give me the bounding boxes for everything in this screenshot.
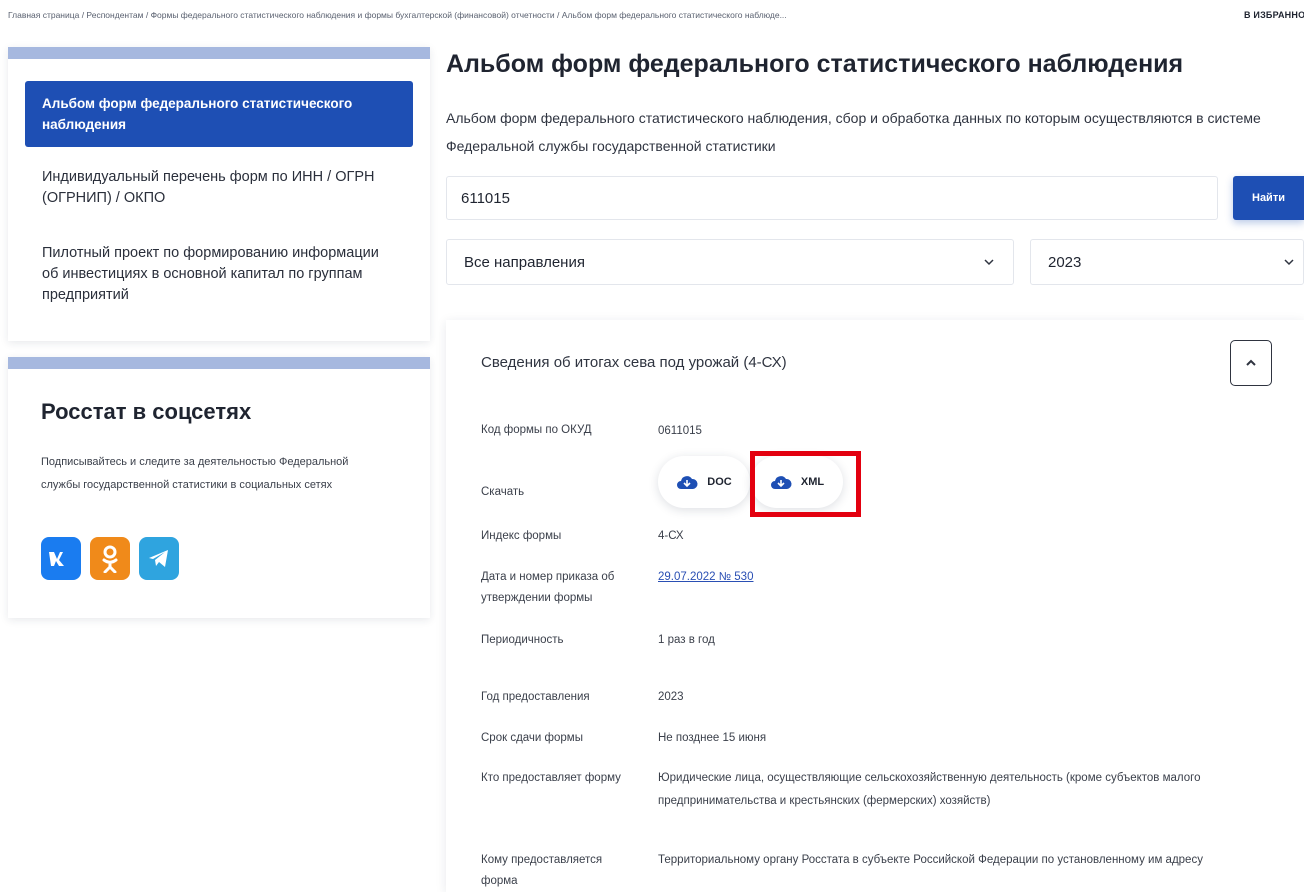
add-to-favorites-link[interactable]: В ИЗБРАННОЕ — [1244, 10, 1304, 20]
index-value: 4-СХ — [658, 530, 684, 542]
year-label: Год предоставления — [481, 691, 590, 703]
order-value: 29.07.2022 № 530 — [658, 566, 1278, 589]
form-card: Сведения об итогах сева под урожай (4-СХ… — [446, 320, 1304, 892]
search-input[interactable] — [446, 176, 1218, 220]
order-link[interactable]: 29.07.2022 № 530 — [658, 571, 753, 583]
direction-select[interactable]: Все направления — [446, 239, 1014, 285]
period-value: 1 раз в год — [658, 634, 715, 646]
chevron-up-icon — [1246, 359, 1256, 366]
xml-highlight-box — [750, 451, 861, 517]
collapse-button[interactable] — [1230, 340, 1272, 386]
page-title: Альбом форм федерального статистического… — [446, 50, 1184, 78]
social-title: Росстат в соцсетях — [41, 399, 252, 424]
direction-select-value: Все направления — [464, 253, 585, 271]
search-button[interactable]: Найти — [1233, 176, 1304, 220]
page-description: Альбом форм федерального статистического… — [446, 110, 1261, 154]
deadline-value: Не позднее 15 июня — [658, 732, 767, 744]
okud-label: Код формы по ОКУД — [481, 424, 592, 436]
breadcrumb[interactable]: Главная страница / Респондентам / Формы … — [8, 10, 1108, 20]
doc-label: DOC — [707, 476, 732, 488]
year-select[interactable]: 2023 — [1030, 239, 1304, 285]
sidebar-item-forms-album[interactable]: Альбом форм федерального статистического… — [25, 81, 413, 147]
deadline-label: Срок сдачи формы — [481, 732, 583, 744]
index-label: Индекс формы — [481, 530, 562, 542]
period-label: Периодичность — [481, 634, 564, 646]
who-value: Юридические лица, осуществляющие сельско… — [658, 772, 1201, 807]
to-whom-label: Кому предоставляется форма — [481, 854, 603, 887]
vk-icon[interactable] — [41, 537, 81, 580]
to-whom-value: Территориальному органу Росстата в субъе… — [658, 854, 1203, 866]
year-select-value: 2023 — [1048, 253, 1082, 271]
download-doc-button[interactable]: DOC — [658, 456, 750, 508]
cloud-download-icon — [677, 476, 698, 489]
social-card-topbar — [8, 357, 430, 369]
ok-icon[interactable] — [90, 537, 130, 580]
chevron-down-icon — [984, 259, 994, 266]
who-label: Кто предоставляет форму — [481, 772, 621, 784]
okud-value: 0611015 — [658, 425, 702, 437]
sidebar-menu: Альбом форм федерального статистического… — [8, 47, 430, 341]
social-card: Росстат в соцсетях Подписывайтесь и след… — [8, 357, 430, 618]
download-label: Скачать — [481, 486, 525, 498]
form-title: Сведения об итогах сева под урожай (4-СХ… — [481, 354, 787, 371]
order-label: Дата и номер приказа об утверждении форм… — [481, 571, 615, 604]
chevron-down-icon — [1284, 259, 1294, 266]
telegram-icon[interactable] — [139, 537, 179, 580]
sidebar-menu-topbar — [8, 47, 430, 59]
year-value: 2023 — [658, 691, 684, 703]
social-icons — [41, 537, 179, 580]
social-description: Подписывайтесь и следите за деятельность… — [41, 456, 349, 491]
sidebar-item-pilot-project[interactable]: Пилотный проект по формированию информац… — [25, 243, 413, 306]
sidebar-item-individual-list[interactable]: Индивидуальный перечень форм по ИНН / ОГ… — [25, 167, 413, 209]
